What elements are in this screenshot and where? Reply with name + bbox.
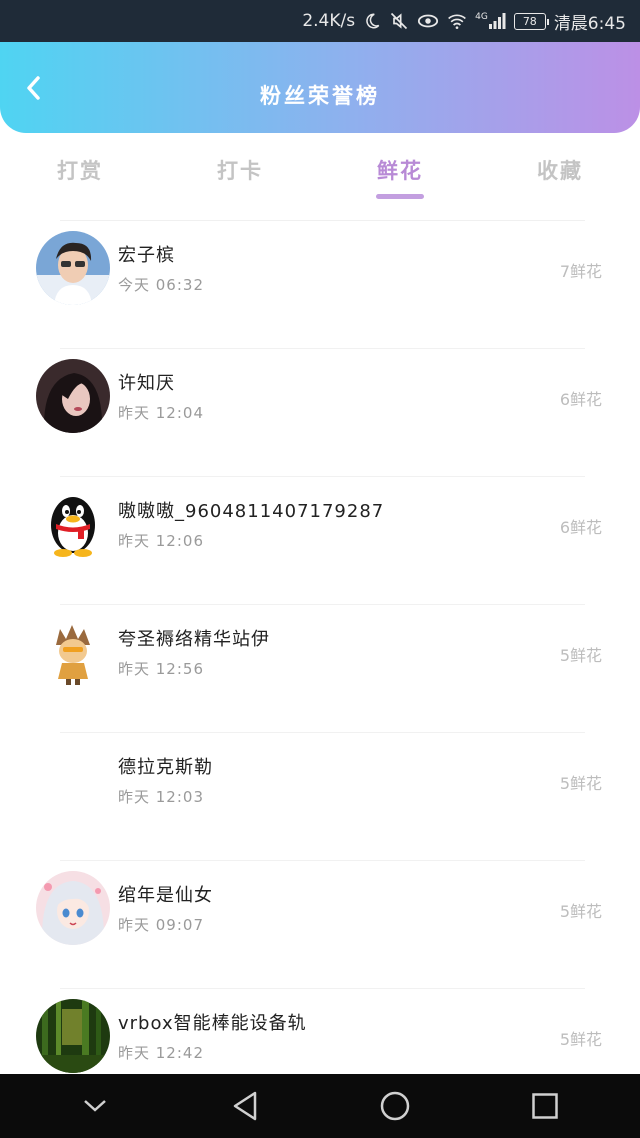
avatar[interactable] (36, 999, 110, 1073)
avatar[interactable] (36, 487, 110, 561)
fan-time: 昨天 12:03 (118, 788, 204, 806)
fan-time: 昨天 12:06 (118, 532, 204, 550)
header: 粉丝荣誉榜 (0, 42, 640, 133)
tab-flowers[interactable]: 鲜花 (320, 133, 480, 221)
fan-name: 绾年是仙女 (118, 885, 213, 906)
tab-label: 收藏 (537, 159, 583, 183)
avatar[interactable] (36, 359, 110, 433)
moon-icon (363, 12, 381, 30)
back-triangle-icon (233, 1091, 257, 1121)
list-item[interactable]: 德拉克斯勒 昨天 12:03 5鲜花 (0, 733, 640, 861)
page-title: 粉丝荣誉榜 (260, 84, 380, 108)
fan-time: 今天 06:32 (118, 276, 204, 294)
system-nav-bar (0, 1074, 640, 1138)
avatar[interactable] (36, 871, 110, 945)
battery-icon: 78 (513, 12, 549, 30)
tab-favorites[interactable]: 收藏 (480, 133, 640, 221)
flower-count: 5鲜花 (559, 646, 602, 665)
recents-nav-button[interactable] (515, 1076, 575, 1136)
fan-time: 昨天 09:07 (118, 916, 204, 934)
tab-bar: 打赏 打卡 鲜花 收藏 (0, 133, 640, 221)
flower-count: 5鲜花 (559, 902, 602, 921)
list-item[interactable]: 嗷嗷嗷_9604811407179287 昨天 12:06 6鲜花 (0, 477, 640, 605)
fan-name: 夸圣褥络精华站伊 (118, 629, 270, 650)
flower-count: 6鲜花 (559, 518, 602, 537)
chevron-down-icon (84, 1100, 106, 1112)
fan-name: 宏子槟 (118, 245, 175, 266)
eye-icon (417, 12, 439, 30)
home-nav-button[interactable] (365, 1076, 425, 1136)
battery-level: 78 (522, 14, 537, 28)
fan-name: vrbox智能棒能设备轨 (118, 1013, 307, 1034)
fan-name: 嗷嗷嗷_9604811407179287 (118, 501, 385, 522)
tab-label: 鲜花 (377, 159, 423, 183)
fan-time: 昨天 12:56 (118, 660, 204, 678)
active-tab-indicator (376, 194, 424, 199)
signal-label: 4G (475, 12, 488, 22)
list-item[interactable]: 宏子槟 今天 06:32 7鲜花 (0, 221, 640, 349)
back-nav-button[interactable] (215, 1076, 275, 1136)
fan-name: 许知厌 (118, 373, 175, 394)
hide-nav-button[interactable] (65, 1076, 125, 1136)
list-item[interactable]: 夸圣褥络精华站伊 昨天 12:56 5鲜花 (0, 605, 640, 733)
wifi-icon (447, 12, 467, 30)
clock: 清晨6:45 (553, 13, 626, 34)
fan-time: 昨天 12:04 (118, 404, 204, 422)
home-circle-icon (380, 1091, 410, 1121)
status-bar: 2.4K/s 4G 78 清晨6:45 (0, 0, 640, 42)
tab-label: 打卡 (217, 159, 263, 183)
avatar[interactable] (36, 615, 110, 689)
recents-square-icon (532, 1093, 558, 1119)
fan-list: 宏子槟 今天 06:32 7鲜花 许知厌 昨天 12:04 6鲜花 嗷嗷嗷_96… (0, 221, 640, 1117)
flower-count: 5鲜花 (559, 1030, 602, 1049)
flower-count: 7鲜花 (559, 262, 602, 281)
flower-count: 6鲜花 (559, 390, 602, 409)
tab-reward[interactable]: 打赏 (0, 133, 160, 221)
penguin-icon (36, 487, 110, 561)
tab-checkin[interactable]: 打卡 (160, 133, 320, 221)
mute-icon (389, 11, 409, 31)
list-item[interactable]: 许知厌 昨天 12:04 6鲜花 (0, 349, 640, 477)
tab-label: 打赏 (57, 159, 103, 183)
flower-count: 5鲜花 (559, 774, 602, 793)
fan-time: 昨天 12:42 (118, 1044, 204, 1062)
signal-icon: 4G (475, 12, 506, 30)
list-item[interactable]: 绾年是仙女 昨天 09:07 5鲜花 (0, 861, 640, 989)
avatar[interactable] (36, 231, 110, 305)
fan-name: 德拉克斯勒 (118, 757, 213, 778)
net-speed: 2.4K/s (302, 11, 356, 31)
avatar[interactable] (36, 743, 110, 817)
